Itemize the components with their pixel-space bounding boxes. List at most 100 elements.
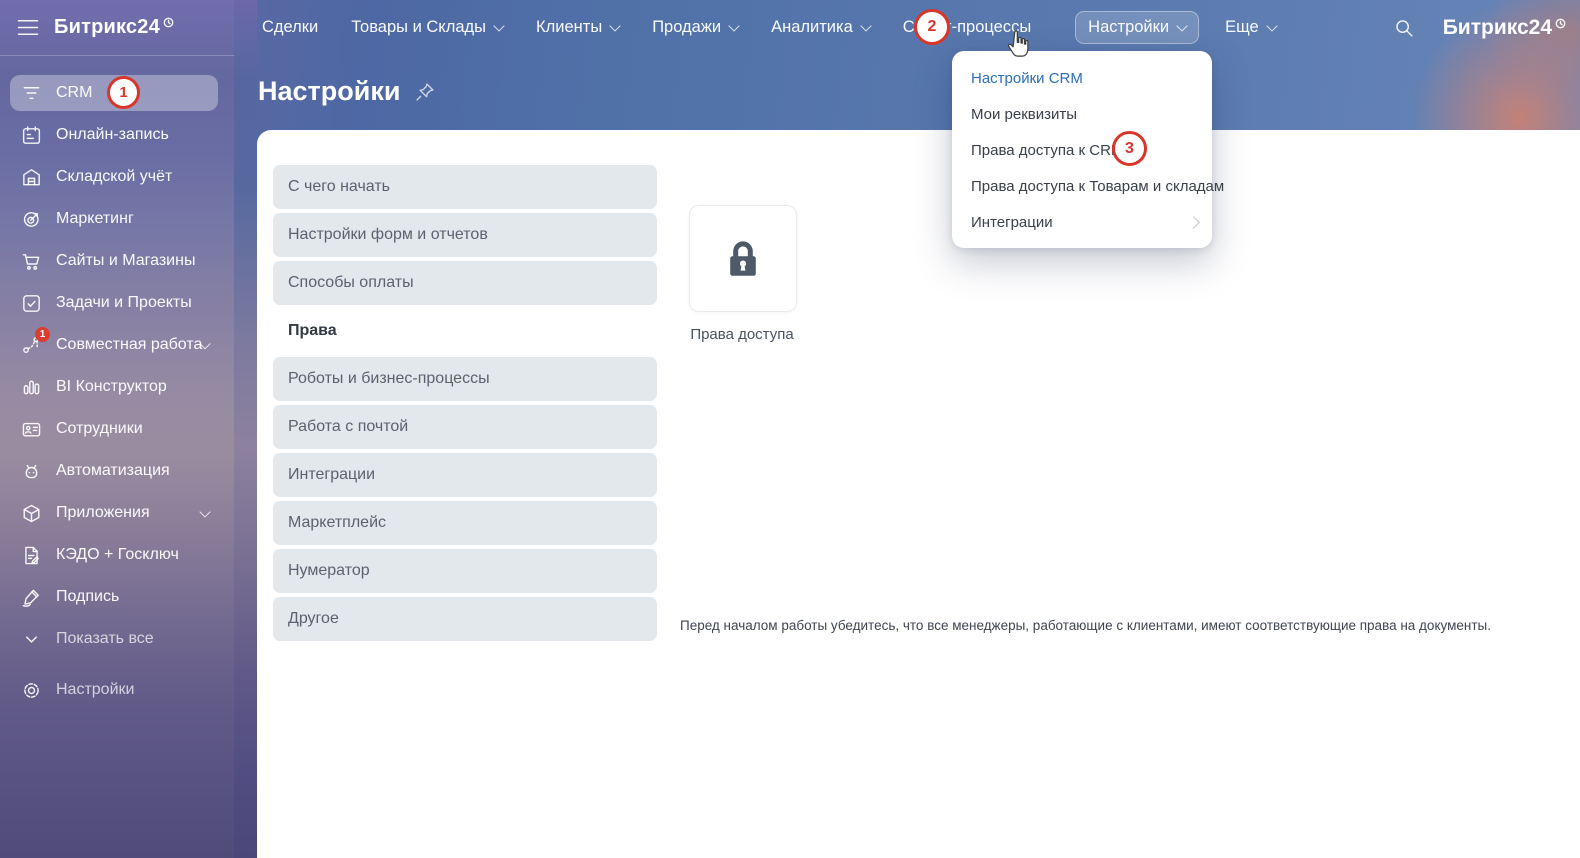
topnav-label: Еще — [1225, 18, 1259, 37]
menu-item-label: Мои реквизиты — [971, 106, 1077, 123]
category-mail[interactable]: Работа с почтой — [273, 405, 657, 449]
menu-item-label: Права доступа к CRM — [971, 142, 1123, 159]
topnav-label: Клиенты — [536, 18, 602, 37]
sidebar-divider — [0, 55, 234, 56]
menu-item-crm-settings[interactable]: Настройки CRM — [952, 60, 1212, 96]
bitrix24-logo-text: Битрикс24 — [54, 16, 160, 39]
topnav-label: Товары и Склады — [351, 18, 486, 37]
settings-category-list: С чего начать Настройки форм и отчетов С… — [273, 165, 657, 641]
sidebar-item-label: Сотрудники — [56, 420, 143, 438]
target-icon — [19, 207, 43, 231]
hamburger-menu-icon[interactable] — [17, 19, 39, 36]
topnav-products-warehouses[interactable]: Товары и Склады — [351, 18, 503, 37]
menu-item-label: Интеграции — [971, 214, 1053, 231]
sidebar-item-label: Задачи и Проекты — [56, 294, 192, 312]
clock-icon — [163, 17, 174, 28]
pen-icon — [19, 585, 43, 609]
category-marketplace[interactable]: Маркетплейс — [273, 501, 657, 545]
menu-item-label: Настройки CRM — [971, 70, 1083, 87]
sidebar-item-label: Приложения — [56, 504, 150, 522]
sidebar-item-sites-stores[interactable]: Сайты и Магазины — [10, 243, 218, 279]
sidebar-item-tasks-projects[interactable]: Задачи и Проекты — [10, 285, 218, 321]
sidebar-item-marketing[interactable]: Маркетинг — [10, 201, 218, 237]
sidebar-item-label: BI Конструктор — [56, 378, 167, 396]
sidebar-item-label: Складской учёт — [56, 168, 172, 186]
sidebar-item-online-booking[interactable]: Онлайн-запись — [10, 117, 218, 153]
sidebar-item-label: CRM — [56, 84, 92, 102]
category-permissions-selected[interactable]: Права — [273, 309, 657, 353]
document-pen-icon — [19, 543, 43, 567]
robot-icon — [19, 459, 43, 483]
sidebar-item-label: Автоматизация — [56, 462, 170, 480]
access-rights-card[interactable] — [689, 205, 797, 312]
category-integrations[interactable]: Интеграции — [273, 453, 657, 497]
chevron-down-icon — [493, 20, 504, 31]
menu-item-products-access-rights[interactable]: Права доступа к Товарам и складам — [952, 168, 1212, 204]
menu-item-integrations[interactable]: Интеграции — [952, 204, 1212, 240]
settings-panel: С чего начать Настройки форм и отчетов С… — [257, 130, 1580, 858]
background-strip — [234, 0, 257, 858]
id-card-icon — [19, 417, 43, 441]
sidebar-item-kedo-goskey[interactable]: КЭДО + Госключ — [10, 537, 218, 573]
bar-chart-icon — [19, 375, 43, 399]
topnav-settings[interactable]: Настройки — [1075, 11, 1199, 44]
menu-item-label: Права доступа к Товарам и складам — [971, 178, 1224, 195]
topbar-right: Битрикс24 — [1393, 0, 1566, 55]
topnav-deals[interactable]: Сделки — [262, 18, 318, 37]
sidebar-item-automation[interactable]: Автоматизация — [10, 453, 218, 489]
menu-item-crm-access-rights[interactable]: Права доступа к CRM — [952, 132, 1212, 168]
pin-icon[interactable] — [414, 81, 436, 103]
sidebar-item-employees[interactable]: Сотрудники — [10, 411, 218, 447]
topnav-label: Продажи — [652, 18, 721, 37]
category-numerator[interactable]: Нумератор — [273, 549, 657, 593]
cart-icon — [19, 249, 43, 273]
sidebar-item-label: КЭДО + Госключ — [56, 546, 179, 564]
top-navigation: Сделки Товары и Склады Клиенты Продажи А… — [262, 0, 1309, 55]
sidebar-item-label: Маркетинг — [56, 210, 134, 228]
chevron-down-icon — [610, 20, 621, 31]
sidebar-item-settings[interactable]: Настройки — [10, 672, 218, 708]
sidebar-item-label: Совместная работа — [56, 336, 202, 354]
category-robots-bp[interactable]: Роботы и бизнес-процессы — [273, 357, 657, 401]
clock-icon — [1555, 18, 1566, 29]
sidebar-item-apps[interactable]: Приложения — [10, 495, 218, 531]
step-marker-1: 1 — [107, 76, 140, 109]
sidebar-item-signature[interactable]: Подпись — [10, 579, 218, 615]
sidebar-item-collaboration[interactable]: 1 Совместная работа — [10, 327, 218, 363]
sidebar: Битрикс24 CRM Онлайн-запись — [0, 0, 234, 858]
topnav-clients[interactable]: Клиенты — [536, 18, 619, 37]
chevron-down-icon — [1266, 20, 1277, 31]
sidebar-item-label: Сайты и Магазины — [56, 252, 195, 270]
category-forms-reports[interactable]: Настройки форм и отчетов — [273, 213, 657, 257]
settings-dropdown-menu: Настройки CRM Мои реквизиты Права доступ… — [952, 51, 1212, 248]
access-rights-card-label: Права доступа — [659, 326, 825, 343]
sidebar-item-show-all[interactable]: Показать все — [10, 621, 218, 657]
step-marker-3: 3 — [1112, 131, 1147, 166]
network-icon: 1 — [19, 333, 43, 357]
category-other[interactable]: Другое — [273, 597, 657, 641]
page-title: Настройки — [258, 76, 400, 107]
sidebar-item-warehouse[interactable]: Складской учёт — [10, 159, 218, 195]
lock-icon — [719, 235, 767, 283]
search-icon[interactable] — [1393, 17, 1415, 39]
box-icon — [19, 501, 43, 525]
sidebar-item-bi-builder[interactable]: BI Конструктор — [10, 369, 218, 405]
chevron-down-icon — [728, 20, 739, 31]
topnav-sales[interactable]: Продажи — [652, 18, 738, 37]
topnav-analytics[interactable]: Аналитика — [771, 18, 870, 37]
bitrix24-logo-right[interactable]: Битрикс24 — [1443, 16, 1566, 40]
menu-item-my-details[interactable]: Мои реквизиты — [952, 96, 1212, 132]
chevron-down-icon — [1176, 20, 1187, 31]
category-get-started[interactable]: С чего начать — [273, 165, 657, 209]
step-marker-2: 2 — [914, 9, 950, 45]
bitrix24-logo[interactable]: Битрикс24 — [54, 16, 174, 39]
chevron-right-icon — [1187, 216, 1200, 229]
topnav-label: Настройки — [1088, 18, 1169, 37]
permissions-note: Перед началом работы убедитесь, что все … — [680, 618, 1491, 633]
gear-icon — [19, 678, 43, 702]
funnel-icon — [19, 81, 43, 105]
sidebar-header: Битрикс24 — [0, 0, 234, 55]
sidebar-footer: Настройки — [10, 672, 218, 708]
topnav-more[interactable]: Еще — [1225, 18, 1276, 37]
category-payment-methods[interactable]: Способы оплаты — [273, 261, 657, 305]
